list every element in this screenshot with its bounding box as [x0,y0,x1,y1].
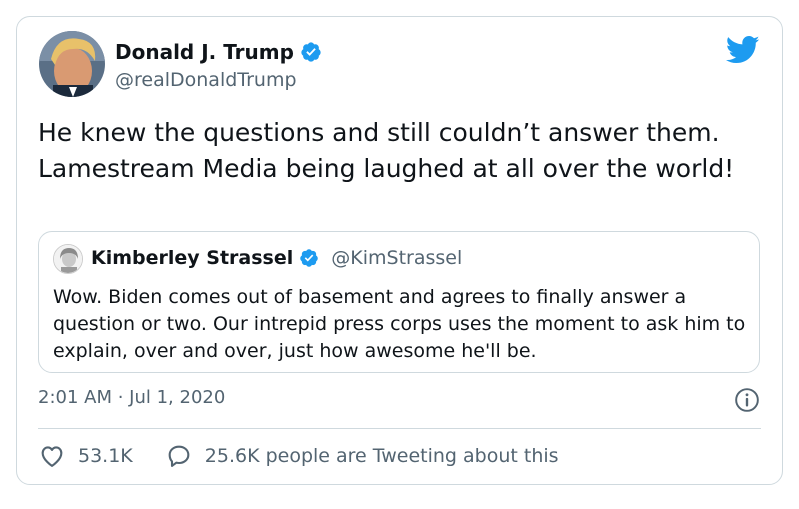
like-button[interactable]: 53.1K [38,442,133,470]
verified-badge-icon [301,42,321,62]
conversation-text: 25.6K people are Tweeting about this [204,445,559,467]
author-display-name[interactable]: Donald J. Trump [115,40,294,64]
quoted-tweet-text: Wow. Biden comes out of basement and agr… [53,286,746,362]
info-icon[interactable] [734,387,760,413]
speech-bubble-icon [168,445,190,467]
author-avatar[interactable] [39,31,105,97]
quoted-author-handle[interactable]: @KimStrassel [331,247,462,269]
quoted-tweet[interactable]: Kimberley Strassel @KimStrassel Wow. Bid… [38,231,760,373]
quoted-author-avatar[interactable] [53,244,83,274]
quoted-author-display-name[interactable]: Kimberley Strassel [91,247,293,269]
tweet-timestamp[interactable]: 2:01 AM · Jul 1, 2020 [38,387,225,408]
tweet-text: He knew the questions and still couldn’t… [38,118,735,183]
conversation-link[interactable]: 25.6K people are Tweeting about this [165,442,559,470]
twitter-bird-icon[interactable] [726,35,760,65]
divider [38,428,761,429]
verified-badge-icon [300,249,319,267]
heart-icon [41,446,63,467]
tweet-actions: 53.1K 25.6K people are Tweeting about th… [38,442,559,470]
like-count: 53.1K [78,445,133,467]
tweet-card[interactable]: Donald J. Trump @realDonaldTrump He knew… [16,16,783,485]
author-handle[interactable]: @realDonaldTrump [115,69,297,91]
